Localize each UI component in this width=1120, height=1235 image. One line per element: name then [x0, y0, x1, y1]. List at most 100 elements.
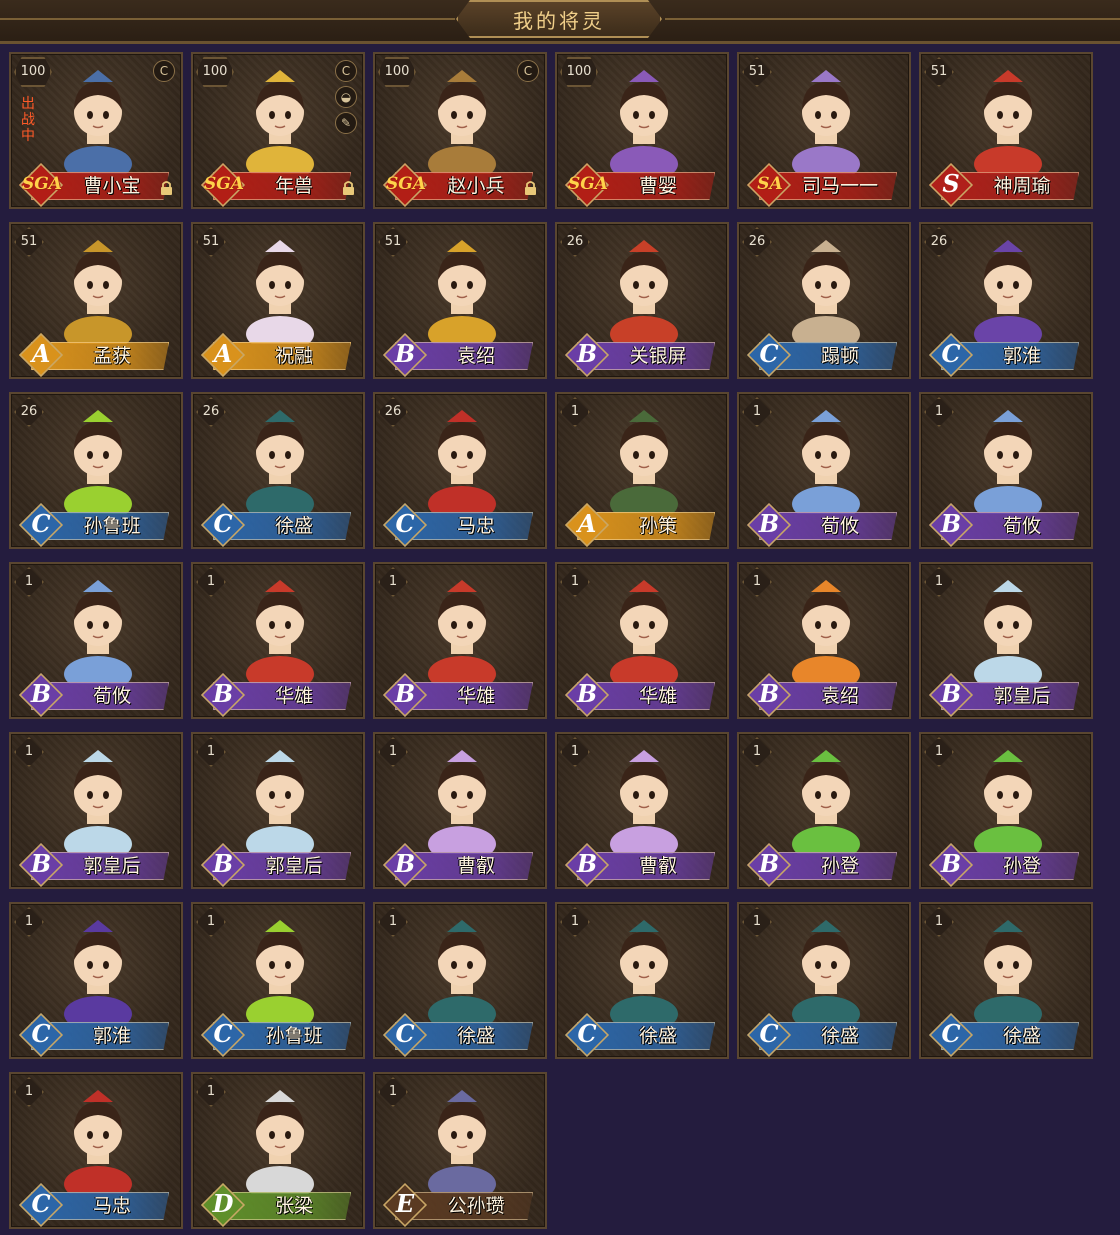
- character-portrait: [785, 238, 867, 344]
- level-badge: 1: [924, 737, 954, 767]
- character-portrait: [421, 578, 503, 684]
- general-card[interactable]: 51 A 祝融: [191, 222, 365, 379]
- general-card[interactable]: 1 C 徐盛: [919, 902, 1093, 1059]
- general-card[interactable]: 1 B 袁绍: [737, 562, 911, 719]
- general-name: 徐盛: [820, 1025, 859, 1047]
- side-icon-column: C ◒ ✎: [335, 60, 357, 134]
- general-name: 马忠: [456, 515, 495, 537]
- grade-letter: C: [395, 509, 415, 538]
- general-card[interactable]: 1 B 荀攸: [737, 392, 911, 549]
- grade-letter: A: [577, 509, 597, 538]
- general-name: 孙登: [820, 855, 859, 877]
- general-card[interactable]: 26 C 徐盛: [191, 392, 365, 549]
- character-portrait-icon: [428, 240, 496, 344]
- level-badge: 1: [924, 567, 954, 597]
- skill-icon[interactable]: ✎: [335, 112, 357, 134]
- general-card[interactable]: 1 B 郭皇后: [919, 562, 1093, 719]
- character-portrait: [57, 238, 139, 344]
- level-badge: 1: [560, 567, 590, 597]
- general-name: 徐盛: [638, 1025, 677, 1047]
- general-name: 关银屏: [629, 345, 687, 367]
- general-card[interactable]: 26 C 马忠: [373, 392, 547, 549]
- level-badge: 100: [378, 57, 416, 87]
- general-card[interactable]: 1 A 孙策: [555, 392, 729, 549]
- general-card[interactable]: 1 B 孙登: [737, 732, 911, 889]
- lock-icon[interactable]: [160, 180, 173, 195]
- character-portrait-icon: [610, 750, 678, 854]
- general-card[interactable]: 51 A 孟获: [9, 222, 183, 379]
- general-name: 曹叡: [456, 855, 495, 877]
- character-portrait: [57, 748, 139, 854]
- character-portrait-icon: [428, 1090, 496, 1194]
- character-portrait: [57, 68, 139, 174]
- level-badge: 1: [196, 737, 226, 767]
- character-portrait: [967, 408, 1049, 514]
- general-name: 郭淮: [92, 1025, 131, 1047]
- general-name: 孙鲁班: [265, 1025, 323, 1047]
- general-card[interactable]: 1 B 荀攸: [9, 562, 183, 719]
- general-card[interactable]: 26 C 蹋顿: [737, 222, 911, 379]
- general-card[interactable]: 1 B 曹叡: [555, 732, 729, 889]
- grade-letter: B: [758, 849, 780, 878]
- character-portrait-icon: [64, 70, 132, 174]
- character-portrait-icon: [610, 70, 678, 174]
- general-card[interactable]: 1 E 公孙瓒: [373, 1072, 547, 1229]
- character-portrait-icon: [792, 410, 860, 514]
- grade-letter: B: [394, 849, 416, 878]
- skill-icon[interactable]: C: [153, 60, 175, 82]
- character-portrait: [967, 918, 1049, 1024]
- general-card[interactable]: 1 C 孙鲁班: [191, 902, 365, 1059]
- general-name: 赵小兵: [447, 175, 505, 197]
- general-card[interactable]: 51 B 袁绍: [373, 222, 547, 379]
- general-card[interactable]: 26 C 郭淮: [919, 222, 1093, 379]
- general-card[interactable]: 1 C 徐盛: [737, 902, 911, 1059]
- skill-icon[interactable]: ◒: [335, 86, 357, 108]
- level-badge: 1: [14, 567, 44, 597]
- character-portrait-icon: [974, 410, 1042, 514]
- general-card[interactable]: 51 S 神周瑜: [919, 52, 1093, 209]
- character-portrait: [239, 578, 321, 684]
- character-portrait-icon: [428, 410, 496, 514]
- general-card[interactable]: 1 B 郭皇后: [191, 732, 365, 889]
- general-card[interactable]: 1 B 曹叡: [373, 732, 547, 889]
- character-portrait-icon: [246, 920, 314, 1024]
- general-card[interactable]: 1 D 张梁: [191, 1072, 365, 1229]
- general-name: 郭皇后: [993, 685, 1051, 707]
- general-name: 华雄: [456, 685, 495, 707]
- grade-letter: B: [758, 509, 780, 538]
- general-card[interactable]: 100 C SGA 赵小兵: [373, 52, 547, 209]
- general-card[interactable]: 100 C ◒ ✎ SGA 年兽: [191, 52, 365, 209]
- lock-icon[interactable]: [524, 180, 537, 195]
- character-portrait-icon: [610, 240, 678, 344]
- general-card[interactable]: 1 C 徐盛: [373, 902, 547, 1059]
- general-card[interactable]: 1 B 郭皇后: [9, 732, 183, 889]
- general-card[interactable]: 1 B 华雄: [373, 562, 547, 719]
- lock-icon[interactable]: [342, 180, 355, 195]
- general-card[interactable]: 51 SA 司马一一: [737, 52, 911, 209]
- general-card[interactable]: 100 SGA 曹婴: [555, 52, 729, 209]
- general-card[interactable]: 1 B 孙登: [919, 732, 1093, 889]
- general-card[interactable]: 1 C 徐盛: [555, 902, 729, 1059]
- general-card[interactable]: 100 C 出战中 SGA 曹小宝: [9, 52, 183, 209]
- side-icon-column: C: [517, 60, 539, 82]
- general-name: 郭淮: [1002, 345, 1041, 367]
- general-card[interactable]: 1 B 华雄: [555, 562, 729, 719]
- grade-letter: D: [212, 1189, 234, 1218]
- general-card[interactable]: 1 B 华雄: [191, 562, 365, 719]
- general-card[interactable]: 26 B 关银屏: [555, 222, 729, 379]
- general-name: 司马一一: [801, 175, 878, 197]
- character-portrait: [967, 748, 1049, 854]
- general-card[interactable]: 1 C 郭淮: [9, 902, 183, 1059]
- character-portrait: [785, 68, 867, 174]
- general-card[interactable]: 1 B 荀攸: [919, 392, 1093, 549]
- skill-icon[interactable]: C: [517, 60, 539, 82]
- general-card[interactable]: 26 C 孙鲁班: [9, 392, 183, 549]
- level-badge: 1: [560, 397, 590, 427]
- skill-icon[interactable]: C: [335, 60, 357, 82]
- general-card[interactable]: 1 C 马忠: [9, 1072, 183, 1229]
- general-name: 徐盛: [274, 515, 313, 537]
- character-portrait-icon: [974, 580, 1042, 684]
- grade-letter: A: [31, 339, 51, 368]
- general-name: 郭皇后: [265, 855, 323, 877]
- grade-letter: C: [941, 339, 961, 368]
